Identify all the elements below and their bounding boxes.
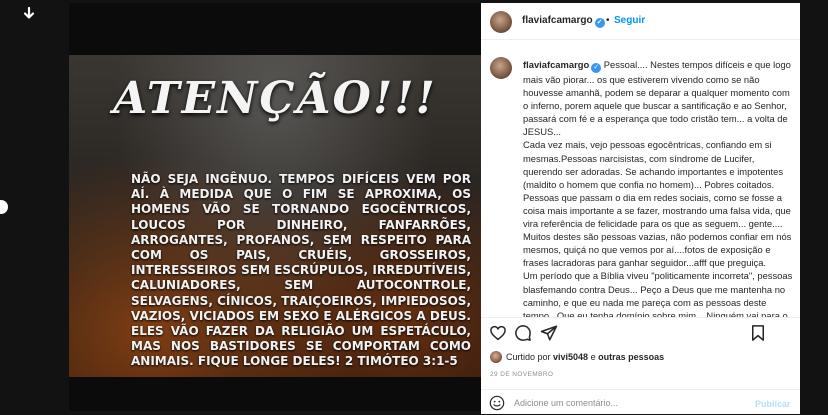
post-headline: ATENÇÃO!!! <box>113 73 437 124</box>
bookmark-icon[interactable] <box>749 324 767 342</box>
post-header: flaviafcamargo ✓ • Seguir <box>481 3 800 40</box>
emoji-icon[interactable] <box>489 395 505 411</box>
follow-button[interactable]: Seguir <box>614 15 645 26</box>
caption-verified-badge-icon: ✓ <box>591 63 602 73</box>
liked-by-line: Curtido por vivi5048 e outras pessoas <box>490 351 664 363</box>
liked-by-user[interactable]: vivi5048 <box>553 352 588 362</box>
comment-input[interactable] <box>514 395 734 411</box>
caption-text: Pessoal.... Nestes tempos difíceis e que… <box>523 59 793 317</box>
post-actions <box>481 317 800 346</box>
paper-plane-icon[interactable] <box>540 324 558 342</box>
verified-badge-icon: ✓ <box>594 18 605 28</box>
header-separator: • <box>606 15 610 26</box>
header-username[interactable]: flaviafcamargo <box>522 15 593 26</box>
liked-by-middle: e <box>588 352 599 362</box>
post-image[interactable]: ATENÇÃO!!! Não seja ingênuo. Tempos difí… <box>69 3 481 411</box>
liked-by-avatar[interactable] <box>490 351 502 363</box>
post-date[interactable]: 29 DE NOVEMBRO <box>490 371 553 378</box>
post-image-text: Não seja ingênuo. Tempos difíceis vem po… <box>131 172 471 369</box>
post-detail-panel: flaviafcamargo ✓ • Seguir flaviafcamargo ✓… <box>481 3 800 414</box>
liked-by-others[interactable]: outras pessoas <box>598 352 664 362</box>
heart-icon[interactable] <box>489 324 507 342</box>
avatar[interactable] <box>490 11 512 33</box>
publish-button[interactable]: Publicar <box>755 399 791 409</box>
caption-avatar[interactable] <box>490 57 512 79</box>
caption-username[interactable]: flaviafcamargo <box>523 59 589 70</box>
liked-by-prefix: Curtido por <box>506 352 554 362</box>
comment-bubble-icon[interactable] <box>514 324 532 342</box>
post-caption: flaviafcamargo ✓ Pessoal.... Nestes tempo… <box>481 40 800 317</box>
download-arrow-icon[interactable] <box>21 6 37 22</box>
comment-bar: Publicar <box>481 389 800 415</box>
